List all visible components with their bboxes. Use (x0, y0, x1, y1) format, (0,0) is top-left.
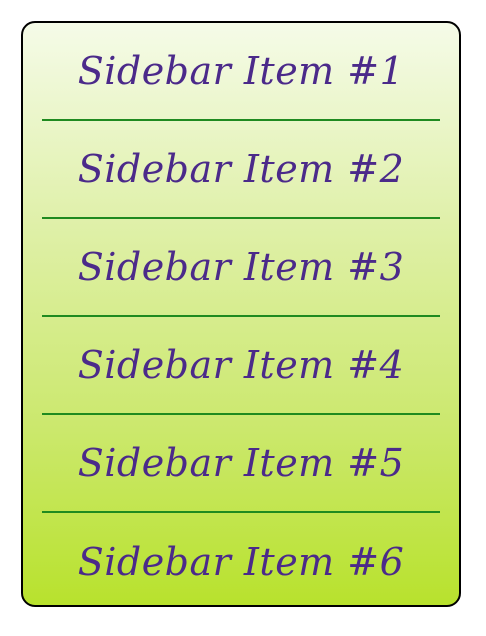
sidebar-item-5[interactable]: Sidebar Item #5 (42, 415, 440, 513)
sidebar-panel: Sidebar Item #1 Sidebar Item #2 Sidebar … (21, 21, 461, 607)
sidebar-item-label: Sidebar Item #6 (77, 540, 405, 584)
sidebar-item-6[interactable]: Sidebar Item #6 (42, 513, 440, 605)
sidebar-item-label: Sidebar Item #3 (77, 245, 405, 289)
sidebar-item-label: Sidebar Item #2 (77, 147, 405, 191)
sidebar-item-label: Sidebar Item #1 (77, 49, 405, 93)
sidebar-item-2[interactable]: Sidebar Item #2 (42, 121, 440, 219)
sidebar-item-label: Sidebar Item #4 (77, 343, 405, 387)
sidebar-item-4[interactable]: Sidebar Item #4 (42, 317, 440, 415)
sidebar-item-3[interactable]: Sidebar Item #3 (42, 219, 440, 317)
sidebar-item-1[interactable]: Sidebar Item #1 (42, 23, 440, 121)
sidebar-item-label: Sidebar Item #5 (77, 441, 405, 485)
sidebar-list: Sidebar Item #1 Sidebar Item #2 Sidebar … (42, 23, 440, 605)
